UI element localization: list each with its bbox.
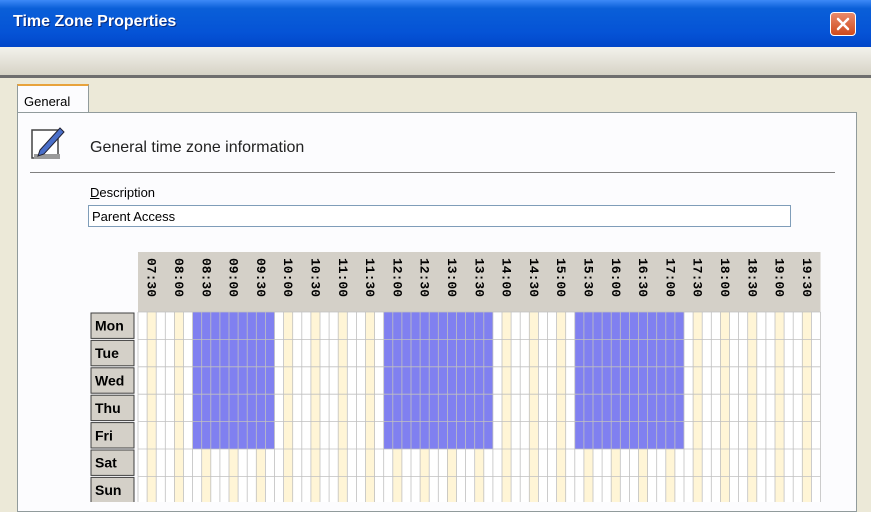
time-label: 13:00 [444, 258, 459, 297]
time-label: 19:30 [799, 258, 814, 297]
time-label: 15:00 [553, 258, 568, 297]
time-label: 07:30 [144, 258, 159, 297]
time-label: 13:30 [471, 258, 486, 297]
time-label: 08:00 [171, 258, 186, 297]
time-band [720, 312, 730, 502]
selected-block [192, 339, 275, 367]
time-label: 10:00 [280, 258, 295, 297]
time-label: 17:00 [662, 258, 677, 297]
time-band [502, 312, 512, 502]
time-band [338, 312, 348, 502]
time-label: 14:00 [499, 258, 514, 297]
day-label: Sat [95, 455, 117, 471]
time-label: 12:30 [417, 258, 432, 297]
time-label: 10:30 [307, 258, 322, 297]
time-label: 09:00 [226, 258, 241, 297]
selected-block [192, 394, 275, 422]
time-band [310, 312, 320, 502]
time-label: 18:30 [744, 258, 759, 297]
time-label: 16:00 [608, 258, 623, 297]
day-label: Tue [95, 345, 119, 361]
time-label: 18:00 [717, 258, 732, 297]
time-label: 19:00 [772, 258, 787, 297]
time-label: 11:00 [335, 258, 350, 297]
day-label: Sun [95, 482, 121, 498]
day-label: Fri [95, 427, 113, 443]
time-label: 16:30 [635, 258, 650, 297]
time-label: 12:00 [389, 258, 404, 297]
time-label: 15:30 [580, 258, 595, 297]
time-band [693, 312, 703, 502]
time-band [147, 312, 157, 502]
selected-block [192, 312, 275, 340]
time-band [556, 312, 566, 502]
day-label: Thu [95, 400, 121, 416]
selected-block [192, 421, 275, 449]
time-band [283, 312, 293, 502]
time-label: 11:30 [362, 258, 377, 297]
time-label: 09:30 [253, 258, 268, 297]
time-label: 17:30 [690, 258, 705, 297]
day-label: Mon [95, 318, 124, 334]
day-label: Wed [95, 373, 124, 389]
time-band [529, 312, 539, 502]
time-band [747, 312, 757, 502]
time-band [775, 312, 785, 502]
time-band [802, 312, 812, 502]
time-label: 08:30 [198, 258, 213, 297]
time-band [365, 312, 375, 502]
time-band [174, 312, 184, 502]
schedule-grid[interactable]: Mon Tue Wed Thu Fri Sat Sun 07:30 08:00 08:30 09:0… [0, 0, 871, 502]
selected-block [192, 366, 275, 395]
time-label: 14:30 [526, 258, 541, 297]
